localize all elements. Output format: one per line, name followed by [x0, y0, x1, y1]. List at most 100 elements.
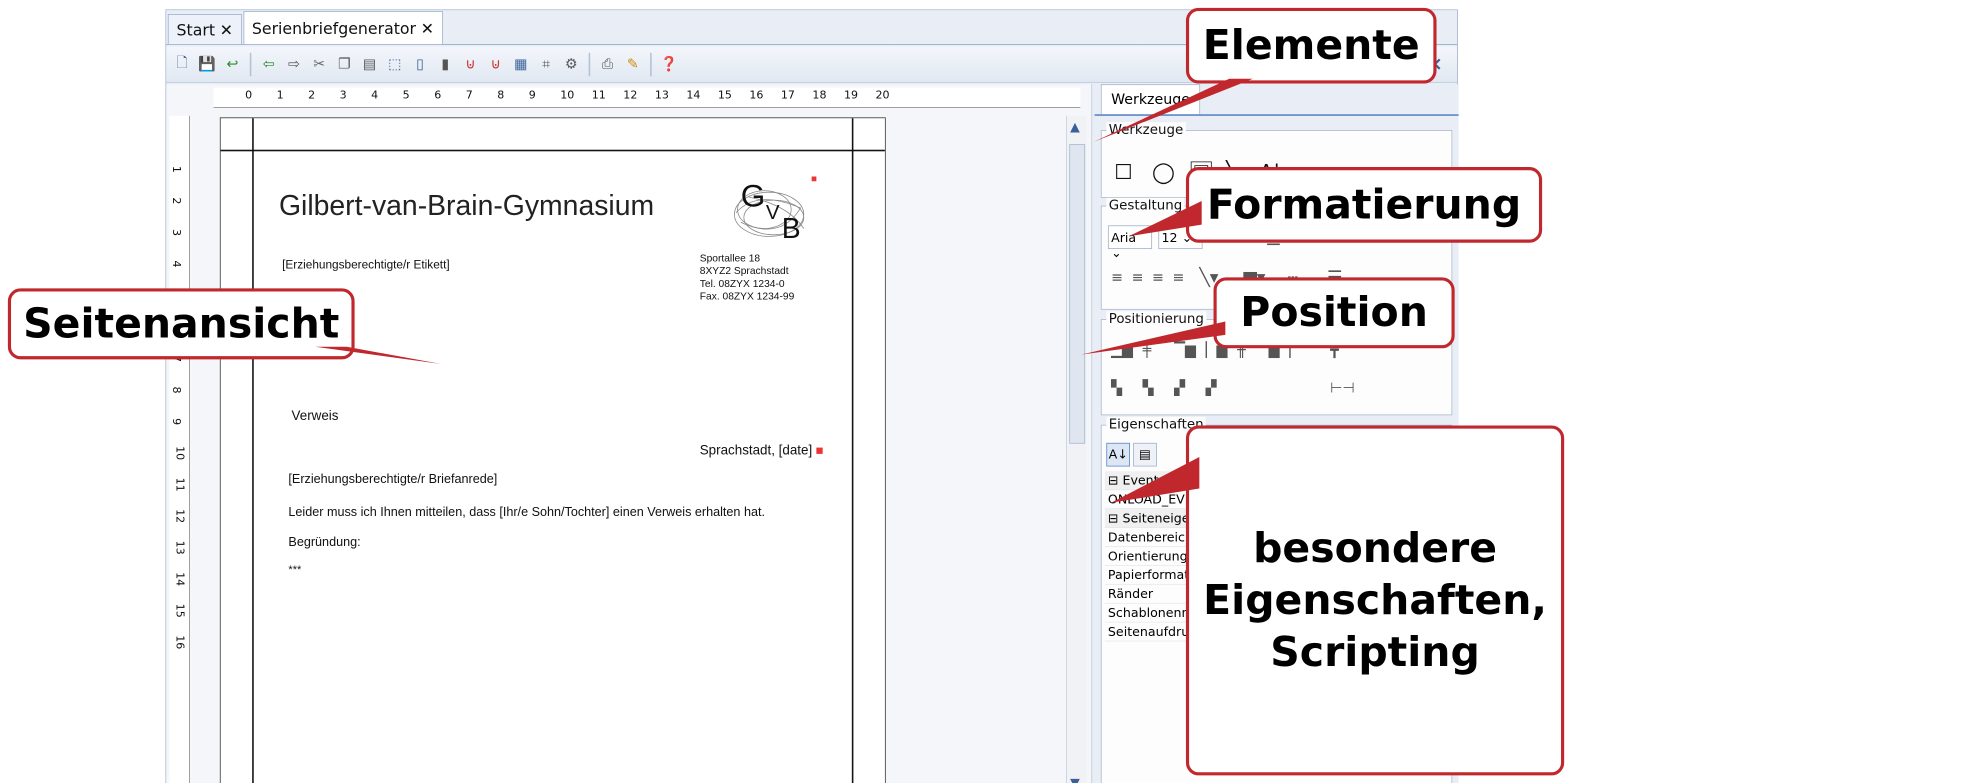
magnet-grid-icon[interactable]: ⊍	[485, 53, 507, 75]
salutation[interactable]: [Erziehungsberechtigte/r Briefanrede]	[288, 473, 497, 487]
address-line: Tel. 08ZYX 1234-0	[699, 277, 785, 290]
ruler-number: 16	[173, 635, 186, 650]
page-dark-icon[interactable]: ▮	[434, 53, 456, 75]
ruler-number: 8	[497, 89, 505, 102]
help-icon[interactable]: ❓	[658, 53, 680, 75]
vertical-scrollbar[interactable]: ▲ ▼	[1066, 115, 1087, 783]
ruler-number: 8	[169, 386, 183, 394]
placeholder-text[interactable]: ***	[288, 563, 301, 576]
scroll-thumb[interactable]	[1069, 144, 1086, 444]
group-title: Positionierung	[1106, 311, 1207, 328]
close-icon[interactable]: ✕	[421, 19, 434, 38]
school-logo[interactable]: G V B	[725, 173, 820, 245]
categorized-icon[interactable]: ▤	[1133, 442, 1157, 467]
tab-underline	[1094, 114, 1459, 116]
school-address[interactable]: Sportallee 18 8XYZ2 Sprachstadt Tel. 08Z…	[700, 252, 795, 302]
svg-text:B: B	[782, 213, 801, 244]
callout-position: Position	[1213, 277, 1455, 349]
ruler-number: 4	[371, 89, 379, 102]
cut-icon[interactable]: ✂	[308, 53, 330, 75]
save-icon[interactable]: 💾	[196, 53, 218, 75]
ruler-number: 19	[843, 89, 858, 102]
horizontal-ruler: 0 1 2 3 4 5 6 7 8 9 10 11 12 13 14 15 16 17 18 19 20	[213, 87, 1081, 108]
page-view[interactable]: 01234567891011121314151617181920 1234567…	[166, 84, 1093, 783]
ruler-number: 9	[528, 89, 536, 102]
copy-icon[interactable]: ❐	[333, 53, 355, 75]
ruler-number: 0	[245, 89, 253, 102]
close-icon[interactable]: ✕	[220, 20, 233, 39]
ruler-number: 5	[402, 89, 410, 102]
recipient-label[interactable]: [Erziehungsberechtigte/r Etikett]	[282, 258, 450, 271]
ruler-number: 14	[686, 89, 701, 102]
align-top-icon[interactable]: ▔▆	[1174, 342, 1196, 359]
select-icon[interactable]: ⬚	[384, 53, 406, 75]
ruler-number: 2	[308, 89, 316, 102]
tab-serienbriefgenerator[interactable]: Serienbriefgenerator ✕	[243, 11, 443, 45]
ruler-number: 15	[717, 89, 732, 102]
school-name[interactable]: Gilbert-van-Brain-Gymnasium	[279, 189, 654, 222]
callout-besondere: besondere Eigenschaften, Scripting	[1185, 425, 1565, 776]
align-left-icon[interactable]: ≡	[1111, 269, 1123, 286]
date-marker-icon	[816, 447, 823, 454]
ruler-number: 14	[173, 572, 186, 587]
separator	[650, 52, 652, 77]
rectangle-tool-icon[interactable]: ☐	[1114, 161, 1132, 185]
vertical-ruler: 12345678910111213141516	[169, 115, 190, 783]
scroll-up-icon[interactable]: ▲	[1070, 119, 1080, 134]
tab-start[interactable]: Start ✕	[167, 14, 242, 45]
ruler-number: 9	[169, 418, 183, 426]
back-icon[interactable]: ⇦	[258, 53, 280, 75]
ruler-number: 11	[591, 89, 606, 102]
subject[interactable]: Verweis	[292, 408, 339, 424]
ruler-number: 10	[560, 89, 575, 102]
align-center-icon[interactable]: ≡	[1132, 269, 1144, 286]
page-icon[interactable]: ▯	[409, 53, 431, 75]
sort-alpha-icon[interactable]: A↓	[1106, 442, 1130, 467]
address-line: Sportallee 18	[699, 252, 761, 264]
forward-icon[interactable]: ⇨	[283, 53, 305, 75]
separator	[588, 52, 591, 77]
undo-icon[interactable]: ↩	[221, 53, 243, 75]
forward-one-icon[interactable]: ▞	[1174, 380, 1185, 397]
tab-werkzeuge[interactable]: Werkzeuge	[1100, 84, 1201, 115]
settings-icon[interactable]: ⚙	[560, 53, 582, 75]
magnet-icon[interactable]: ⊍	[459, 53, 481, 75]
backward-one-icon[interactable]: ▞	[1206, 380, 1217, 397]
send-back-icon[interactable]: ▚	[1143, 380, 1154, 397]
paste-icon[interactable]: ▤	[359, 53, 381, 75]
ruler-number: 13	[654, 89, 669, 102]
ruler-number: 16	[749, 89, 764, 102]
margin-line	[220, 149, 885, 152]
address-line: 8XYZ2 Sprachstadt	[699, 264, 789, 277]
date-line[interactable]: Sprachstadt, [date]	[700, 443, 812, 459]
group-title: Werkzeuge	[1106, 122, 1186, 138]
ruler-number: 11	[173, 477, 186, 492]
address-line: Fax. 08ZYX 1234-99	[699, 289, 795, 302]
brush-icon[interactable]: ✎	[622, 53, 644, 75]
justify-icon[interactable]: ≡	[1173, 269, 1185, 286]
ruler-number: 12	[173, 509, 186, 524]
ruler-number: 17	[780, 89, 795, 102]
body-text[interactable]: Leider muss ich Ihnen mitteilen, dass [I…	[288, 506, 765, 520]
scroll-down-icon[interactable]: ▼	[1070, 775, 1080, 783]
bring-front-icon[interactable]: ▚	[1111, 380, 1122, 397]
grid-icon[interactable]: ▦	[510, 53, 532, 75]
reason-label[interactable]: Begründung:	[288, 536, 360, 550]
ruler-number: 3	[169, 228, 183, 236]
tag-icon[interactable]: ⌗	[535, 53, 557, 75]
letter-page[interactable]: Gilbert-van-Brain-Gymnasium G V B [Erzie…	[219, 117, 886, 783]
align-middle-icon[interactable]: ╪	[1143, 342, 1152, 359]
distribute-h-icon[interactable]: ⊢⊣	[1330, 380, 1355, 397]
callout-seitenansicht: Seitenansicht	[7, 288, 355, 360]
callout-elemente: Elemente	[1185, 7, 1437, 84]
ruler-number: 13	[173, 540, 186, 555]
align-right-icon[interactable]: ≡	[1152, 269, 1164, 286]
align-bottom-icon[interactable]: ▁▆	[1111, 342, 1133, 359]
ruler-number: 1	[169, 165, 183, 173]
margin-line	[851, 118, 854, 783]
ruler-number: 6	[434, 89, 442, 102]
font-family-select[interactable]: Aria ⌄	[1107, 225, 1153, 260]
new-icon[interactable]: 🗋	[171, 53, 193, 75]
ellipse-tool-icon[interactable]: ◯	[1152, 161, 1175, 185]
print-icon[interactable]: ⎙	[597, 53, 619, 75]
